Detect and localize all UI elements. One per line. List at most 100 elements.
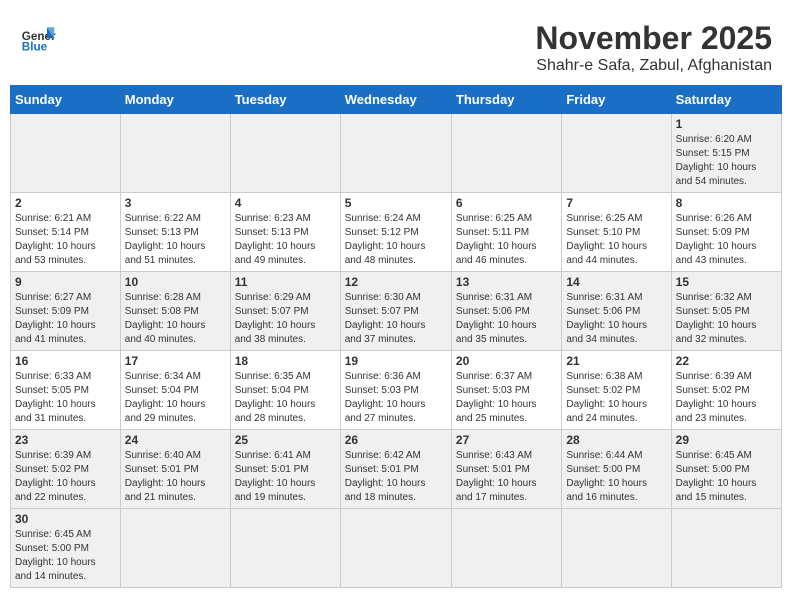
calendar-cell: 8 Sunrise: 6:26 AM Sunset: 5:09 PM Daylig… — [671, 193, 781, 272]
weekday-header-friday: Friday — [562, 86, 671, 114]
day-info: Sunrise: 6:41 AM Sunset: 5:01 PM Dayligh… — [235, 449, 336, 505]
calendar-cell: 27 Sunrise: 6:43 AM Sunset: 5:01 PM Dayli… — [451, 430, 561, 509]
day-info: Sunrise: 6:21 AM Sunset: 5:14 PM Dayligh… — [15, 212, 116, 268]
day-number: 10 — [125, 275, 226, 289]
calendar-cell: 20 Sunrise: 6:37 AM Sunset: 5:03 PM Dayli… — [451, 351, 561, 430]
day-number: 28 — [566, 433, 666, 447]
day-info: Sunrise: 6:42 AM Sunset: 5:01 PM Dayligh… — [345, 449, 447, 505]
day-number: 17 — [125, 354, 226, 368]
calendar-cell — [671, 509, 781, 588]
page-header: General Blue November 2025 Shahr-e Safa,… — [10, 10, 782, 80]
day-number: 8 — [676, 196, 777, 210]
day-info: Sunrise: 6:34 AM Sunset: 5:04 PM Dayligh… — [125, 370, 226, 426]
day-number: 30 — [15, 512, 116, 526]
day-info: Sunrise: 6:26 AM Sunset: 5:09 PM Dayligh… — [676, 212, 777, 268]
day-number: 15 — [676, 275, 777, 289]
day-info: Sunrise: 6:44 AM Sunset: 5:00 PM Dayligh… — [566, 449, 666, 505]
day-number: 4 — [235, 196, 336, 210]
weekday-header-saturday: Saturday — [671, 86, 781, 114]
day-number: 21 — [566, 354, 666, 368]
day-info: Sunrise: 6:35 AM Sunset: 5:04 PM Dayligh… — [235, 370, 336, 426]
day-number: 14 — [566, 275, 666, 289]
calendar-cell: 7Sunrise: 6:25 AM Sunset: 5:10 PM Daylig… — [562, 193, 671, 272]
day-info: Sunrise: 6:39 AM Sunset: 5:02 PM Dayligh… — [15, 449, 116, 505]
calendar-cell: 6 Sunrise: 6:25 AM Sunset: 5:11 PM Daylig… — [451, 193, 561, 272]
day-info: Sunrise: 6:20 AM Sunset: 5:15 PM Dayligh… — [676, 133, 777, 189]
day-number: 1 — [676, 117, 777, 131]
day-number: 25 — [235, 433, 336, 447]
day-info: Sunrise: 6:43 AM Sunset: 5:01 PM Dayligh… — [456, 449, 557, 505]
calendar-cell: 24Sunrise: 6:40 AM Sunset: 5:01 PM Dayli… — [120, 430, 230, 509]
weekday-header-row: SundayMondayTuesdayWednesdayThursdayFrid… — [11, 86, 782, 114]
weekday-header-wednesday: Wednesday — [340, 86, 451, 114]
day-info: Sunrise: 6:30 AM Sunset: 5:07 PM Dayligh… — [345, 291, 447, 347]
calendar-week-2: 2 Sunrise: 6:21 AM Sunset: 5:14 PM Daylig… — [11, 193, 782, 272]
day-info: Sunrise: 6:31 AM Sunset: 5:06 PM Dayligh… — [456, 291, 557, 347]
calendar-cell: 14Sunrise: 6:31 AM Sunset: 5:06 PM Dayli… — [562, 272, 671, 351]
day-number: 9 — [15, 275, 116, 289]
calendar-cell: 3 Sunrise: 6:22 AM Sunset: 5:13 PM Daylig… — [120, 193, 230, 272]
day-info: Sunrise: 6:37 AM Sunset: 5:03 PM Dayligh… — [456, 370, 557, 426]
logo: General Blue — [20, 20, 56, 56]
day-info: Sunrise: 6:28 AM Sunset: 5:08 PM Dayligh… — [125, 291, 226, 347]
calendar-cell — [120, 114, 230, 193]
day-info: Sunrise: 6:40 AM Sunset: 5:01 PM Dayligh… — [125, 449, 226, 505]
calendar-cell: 23 Sunrise: 6:39 AM Sunset: 5:02 PM Dayli… — [11, 430, 121, 509]
day-number: 29 — [676, 433, 777, 447]
calendar-week-4: 16 Sunrise: 6:33 AM Sunset: 5:05 PM Dayli… — [11, 351, 782, 430]
day-number: 20 — [456, 354, 557, 368]
day-info: Sunrise: 6:36 AM Sunset: 5:03 PM Dayligh… — [345, 370, 447, 426]
calendar-cell: 19 Sunrise: 6:36 AM Sunset: 5:03 PM Dayli… — [340, 351, 451, 430]
day-number: 19 — [345, 354, 447, 368]
day-number: 23 — [15, 433, 116, 447]
logo-icon: General Blue — [20, 20, 56, 56]
weekday-header-monday: Monday — [120, 86, 230, 114]
calendar-cell: 22 Sunrise: 6:39 AM Sunset: 5:02 PM Dayli… — [671, 351, 781, 430]
day-info: Sunrise: 6:23 AM Sunset: 5:13 PM Dayligh… — [235, 212, 336, 268]
day-info: Sunrise: 6:25 AM Sunset: 5:11 PM Dayligh… — [456, 212, 557, 268]
calendar-cell: 29 Sunrise: 6:45 AM Sunset: 5:00 PM Dayli… — [671, 430, 781, 509]
day-number: 5 — [345, 196, 447, 210]
calendar-cell — [120, 509, 230, 588]
calendar-cell: 11Sunrise: 6:29 AM Sunset: 5:07 PM Dayli… — [230, 272, 340, 351]
calendar-cell — [340, 114, 451, 193]
location-title: Shahr-e Safa, Zabul, Afghanistan — [535, 57, 772, 75]
svg-text:Blue: Blue — [22, 41, 48, 54]
day-info: Sunrise: 6:22 AM Sunset: 5:13 PM Dayligh… — [125, 212, 226, 268]
weekday-header-tuesday: Tuesday — [230, 86, 340, 114]
day-info: Sunrise: 6:24 AM Sunset: 5:12 PM Dayligh… — [345, 212, 447, 268]
day-number: 7 — [566, 196, 666, 210]
calendar-week-1: 1 Sunrise: 6:20 AM Sunset: 5:15 PM Daylig… — [11, 114, 782, 193]
day-number: 2 — [15, 196, 116, 210]
weekday-header-sunday: Sunday — [11, 86, 121, 114]
calendar-cell: 25 Sunrise: 6:41 AM Sunset: 5:01 PM Dayli… — [230, 430, 340, 509]
day-number: 12 — [345, 275, 447, 289]
day-info: Sunrise: 6:38 AM Sunset: 5:02 PM Dayligh… — [566, 370, 666, 426]
calendar-cell: 18 Sunrise: 6:35 AM Sunset: 5:04 PM Dayli… — [230, 351, 340, 430]
day-info: Sunrise: 6:33 AM Sunset: 5:05 PM Dayligh… — [15, 370, 116, 426]
day-info: Sunrise: 6:29 AM Sunset: 5:07 PM Dayligh… — [235, 291, 336, 347]
calendar-cell: 4 Sunrise: 6:23 AM Sunset: 5:13 PM Daylig… — [230, 193, 340, 272]
calendar-cell: 1 Sunrise: 6:20 AM Sunset: 5:15 PM Daylig… — [671, 114, 781, 193]
calendar-cell — [562, 114, 671, 193]
day-number: 6 — [456, 196, 557, 210]
day-number: 18 — [235, 354, 336, 368]
calendar-cell — [230, 114, 340, 193]
day-number: 22 — [676, 354, 777, 368]
calendar-cell: 15Sunrise: 6:32 AM Sunset: 5:05 PM Dayli… — [671, 272, 781, 351]
calendar-week-3: 9Sunrise: 6:27 AM Sunset: 5:09 PM Daylig… — [11, 272, 782, 351]
calendar-cell — [562, 509, 671, 588]
calendar-cell: 28 Sunrise: 6:44 AM Sunset: 5:00 PM Dayli… — [562, 430, 671, 509]
calendar-cell: 30Sunrise: 6:45 AM Sunset: 5:00 PM Dayli… — [11, 509, 121, 588]
calendar-cell: 12 Sunrise: 6:30 AM Sunset: 5:07 PM Dayli… — [340, 272, 451, 351]
day-number: 27 — [456, 433, 557, 447]
day-number: 16 — [15, 354, 116, 368]
calendar-cell: 5 Sunrise: 6:24 AM Sunset: 5:12 PM Daylig… — [340, 193, 451, 272]
calendar-week-6: 30Sunrise: 6:45 AM Sunset: 5:00 PM Dayli… — [11, 509, 782, 588]
calendar-cell: 26Sunrise: 6:42 AM Sunset: 5:01 PM Dayli… — [340, 430, 451, 509]
day-info: Sunrise: 6:45 AM Sunset: 5:00 PM Dayligh… — [676, 449, 777, 505]
calendar-cell: 9Sunrise: 6:27 AM Sunset: 5:09 PM Daylig… — [11, 272, 121, 351]
calendar-cell — [451, 509, 561, 588]
day-number: 3 — [125, 196, 226, 210]
day-info: Sunrise: 6:39 AM Sunset: 5:02 PM Dayligh… — [676, 370, 777, 426]
